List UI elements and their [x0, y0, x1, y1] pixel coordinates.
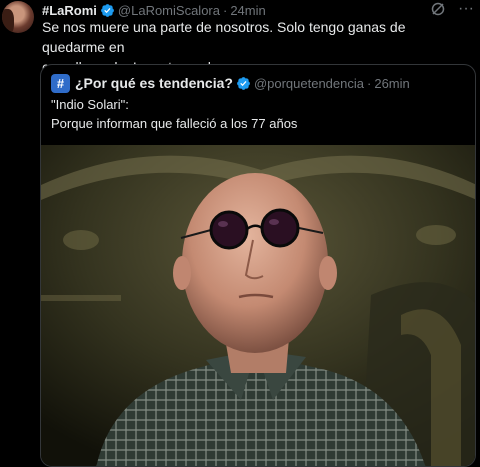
separator: · — [367, 75, 372, 91]
author-name[interactable]: #LaRomi — [42, 3, 97, 18]
quoted-tweet-header: # ¿Por qué es tendencia? @porquetendenci… — [51, 73, 410, 93]
quoted-author-handle[interactable]: @porquetendencia — [254, 76, 364, 91]
separator: · — [222, 2, 228, 18]
quoted-tweet[interactable]: # ¿Por qué es tendencia? @porquetendenci… — [40, 64, 476, 467]
verified-badge-icon — [101, 3, 114, 17]
quoted-author-name[interactable]: ¿Por qué es tendencia? — [75, 75, 233, 91]
more-options-icon[interactable]: ··· — [458, 1, 474, 17]
quoted-avatar[interactable]: # — [51, 73, 70, 93]
tweet[interactable]: #LaRomi @LaRomiScalora · 24min ··· Se no… — [0, 0, 480, 467]
quoted-photo[interactable] — [41, 145, 475, 466]
timestamp[interactable]: 24min — [230, 3, 265, 18]
author-handle[interactable]: @LaRomiScalora — [118, 3, 220, 18]
grok-icon[interactable] — [430, 1, 446, 17]
verified-badge-icon — [237, 76, 250, 90]
top-actions: ··· — [430, 1, 474, 17]
tweet-header: #LaRomi @LaRomiScalora · 24min — [42, 2, 266, 18]
tweet-text-line-1: Se nos muere una parte de nosotros. Solo… — [42, 19, 406, 55]
portrait-image — [41, 145, 475, 466]
quoted-text-line-1: "Indio Solari": — [51, 97, 129, 112]
quoted-text-line-2: Porque informan que falleció a los 77 añ… — [51, 116, 298, 131]
avatar[interactable] — [2, 1, 34, 33]
quoted-timestamp[interactable]: 26min — [374, 76, 409, 91]
